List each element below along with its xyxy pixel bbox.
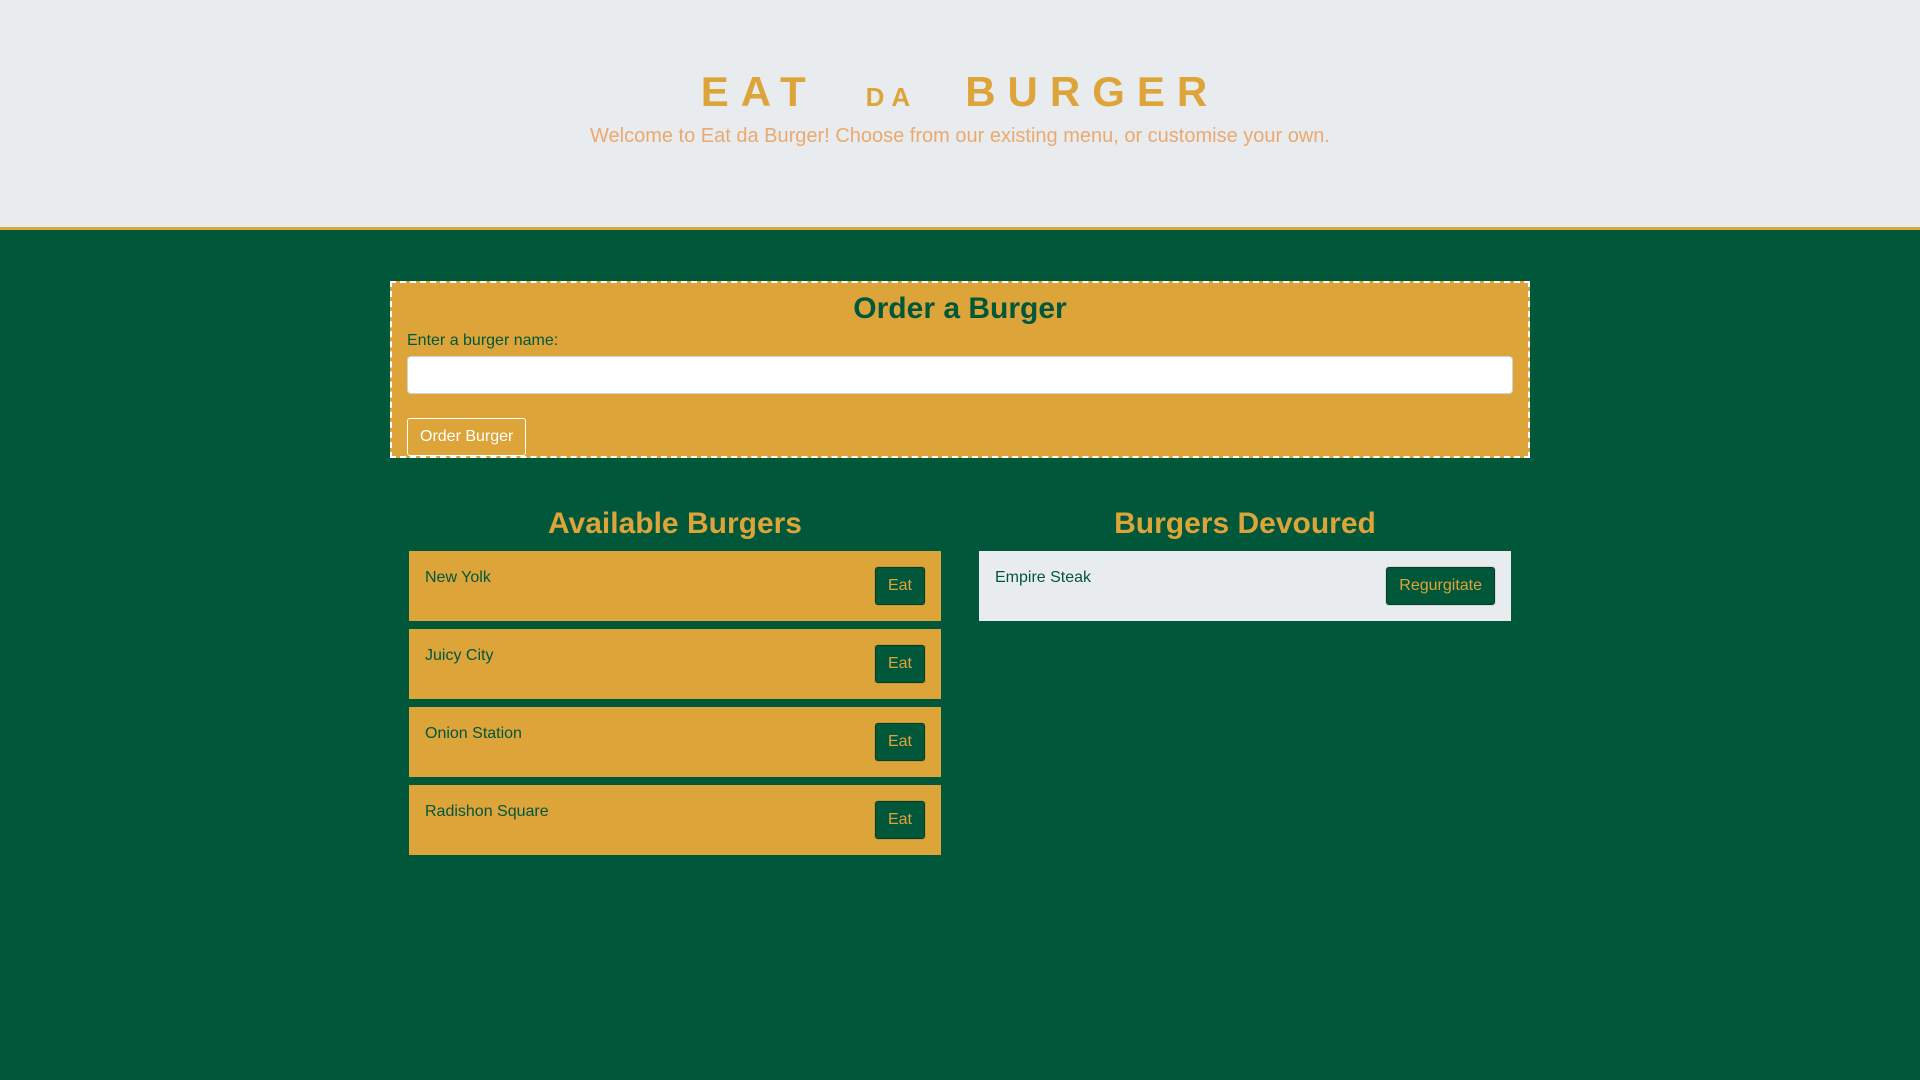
devoured-burger-item: Empire Steak Regurgitate — [979, 551, 1511, 621]
available-burger-item: New Yolk Eat — [409, 551, 941, 621]
order-form-title: Order a Burger — [853, 292, 1067, 325]
burger-name-label: Enter a burger name: — [407, 332, 559, 349]
eat-button[interactable]: Eat — [874, 801, 925, 839]
burger-name: Juicy City — [425, 647, 494, 664]
eat-button[interactable]: Eat — [874, 723, 925, 761]
hero-header: EAT DA BURGER Welcome to Eat da Burger! Ch… — [0, 0, 1920, 230]
available-burger-item: Juicy City Eat — [409, 629, 941, 699]
burgers-devoured-title: Burgers Devoured — [1114, 507, 1376, 540]
title-word-da: DA — [865, 82, 918, 112]
title-word-eat: EAT — [700, 68, 818, 115]
devoured-burgers-list: Empire Steak Regurgitate — [979, 551, 1511, 629]
burger-name-input[interactable] — [407, 356, 1513, 394]
burger-name: Onion Station — [425, 725, 522, 742]
page-title: EAT DA BURGER — [0, 62, 1920, 127]
available-burgers-list: New Yolk Eat Juicy City Eat Onion Statio… — [409, 551, 941, 863]
available-burger-item: Radishon Square Eat — [409, 785, 941, 855]
eat-button[interactable]: Eat — [874, 645, 925, 683]
title-word-burger: BURGER — [965, 68, 1220, 115]
burger-name: New Yolk — [425, 569, 491, 586]
burger-name: Radishon Square — [425, 803, 549, 820]
available-burgers-title: Available Burgers — [548, 507, 802, 540]
burger-name: Empire Steak — [995, 569, 1092, 586]
page-subtitle: Welcome to Eat da Burger! Choose from ou… — [590, 125, 1330, 147]
eat-button[interactable]: Eat — [874, 567, 925, 605]
order-burger-form: Order a Burger Enter a burger name: Orde… — [390, 281, 1530, 458]
order-burger-button[interactable]: Order Burger — [407, 418, 527, 456]
available-burger-item: Onion Station Eat — [409, 707, 941, 777]
regurgitate-button[interactable]: Regurgitate — [1386, 567, 1495, 605]
